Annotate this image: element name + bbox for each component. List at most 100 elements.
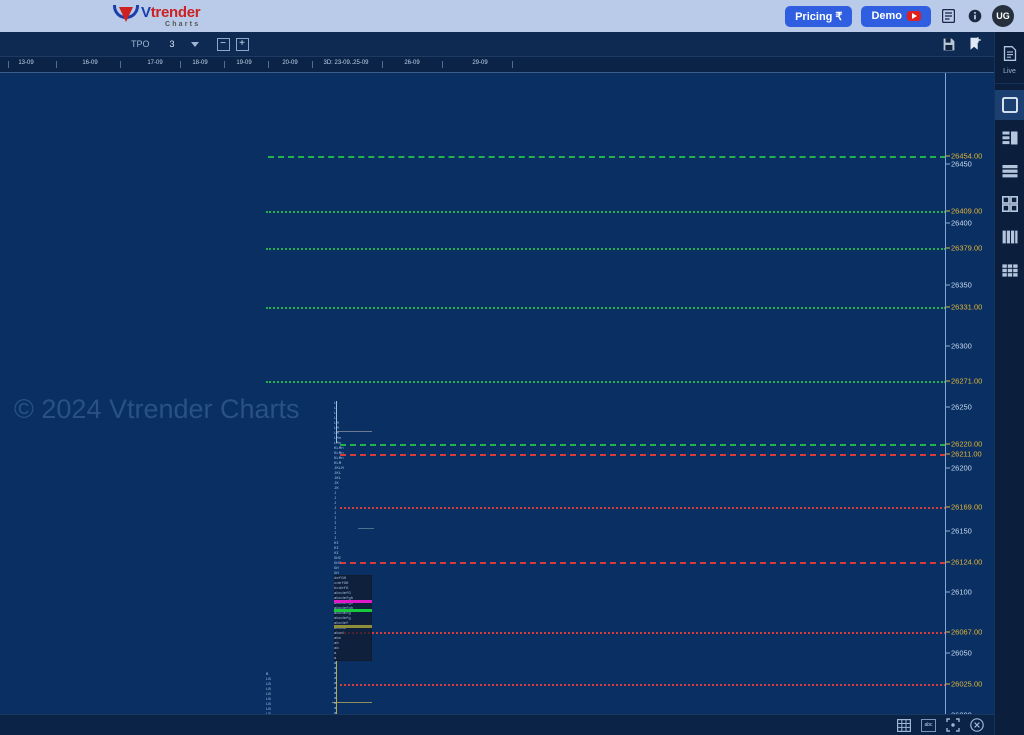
price-axis-label[interactable]: 26250 [951,403,972,412]
list-icon[interactable] [940,8,957,25]
chevron-down-icon[interactable] [190,41,199,47]
price-axis-label[interactable]: 26409.00 [951,207,982,216]
price-axis-label[interactable]: 26300 [951,342,972,351]
price-axis-tick [946,453,950,455]
value-area-band [334,609,372,612]
price-level-line [340,684,946,686]
tpo-row: a [334,672,337,676]
x-axis-tick-mark [120,61,121,68]
price-axis-label[interactable]: 26100 [951,588,972,597]
tpo-row: ab [334,647,339,651]
chart-canvas[interactable]: 13-09 16-09 17-09 18-09 19-09 20-09 3D: 23-09.… [0,57,994,714]
bookmark-add-icon[interactable] [969,37,982,51]
sidebar-item-split-pane[interactable] [995,123,1024,153]
tpo-row: abcdefg [334,617,351,621]
demo-button[interactable]: Demo [861,5,931,27]
price-axis-label[interactable]: 26124.00 [951,558,982,567]
x-axis-tick-label: 29-09 [472,60,488,66]
poc-band [334,600,372,603]
price-axis-label[interactable]: 26350 [951,281,972,290]
tpo-row: I [334,517,337,521]
price-axis-label[interactable]: 26400 [951,219,972,228]
price-axis-tick [946,652,950,654]
vwap-band [334,625,372,628]
save-icon[interactable] [943,38,955,51]
tpo-row: defGH [334,577,347,581]
tpo-row: a [334,662,337,666]
price-axis-label[interactable]: 26379.00 [951,244,982,253]
tpo-row: L [334,402,337,406]
price-axis-tick [946,683,950,685]
zoom-out-button[interactable]: − [216,37,230,51]
abc-toggle-icon[interactable]: abc [921,718,936,732]
tpo-row: LMn [334,437,342,441]
price-axis-label[interactable]: 26211.00 [951,450,982,459]
right-sidebar: Live [994,32,1024,735]
tpo-row: JKL [334,472,342,476]
info-icon[interactable] [966,8,983,25]
price-axis-label[interactable]: 26331.00 [951,303,982,312]
tpo-row: a [334,667,337,671]
sidebar-item-columns-layout[interactable] [995,222,1024,252]
tpo-value[interactable]: 3 [170,39,175,49]
price-axis-tick [946,506,950,508]
fit-screen-icon[interactable] [946,718,960,732]
tpo-row: LB [266,683,271,687]
tpo-row: a [334,707,337,711]
price-axis-label[interactable]: 26271.00 [951,377,982,386]
x-axis-tick-mark [268,61,269,68]
app-root: Vtrender Charts Pricing ₹ Demo UG TPO 3 [0,0,1024,735]
x-axis-tick-mark [442,61,443,68]
tpo-row: J [334,492,337,496]
sidebar-item-quad-layout[interactable] [995,189,1024,219]
price-axis-tick [946,561,950,563]
tpo-control-group: TPO 3 − + [131,37,249,51]
demo-label: Demo [871,10,902,22]
tpo-row: KLMn [334,457,344,461]
tpo-row: GHI [334,557,342,561]
close-icon[interactable] [970,718,984,732]
tpo-row: JK [334,487,339,491]
tpo-row: J [334,512,337,516]
tpo-row: abcdefG [334,592,351,596]
sidebar-item-grid-layout[interactable] [995,255,1024,285]
plot-area[interactable]: © 2024 Vtrender Charts L L L L LM LM LM LMn LMn K… [0,73,946,714]
sidebar-item-rows-layout[interactable] [995,156,1024,186]
tpo-row: a [334,682,337,686]
x-axis-tick-mark [56,61,57,68]
price-axis-label[interactable]: 26067.00 [951,628,982,637]
tpo-row: a [334,702,337,706]
price-axis-label[interactable]: 26220.00 [951,440,982,449]
header-actions: Pricing ₹ Demo UG [785,0,1014,32]
avatar[interactable]: UG [992,5,1014,27]
tpo-row: LM [334,432,339,436]
tpo-row: L [334,412,337,416]
y-axis[interactable]: 26454.00 26450 26409.00 26400 26379.00 26350 2… [946,73,994,714]
tpo-row: a [334,657,337,661]
price-axis-label[interactable]: 26150 [951,527,972,536]
price-axis-tick [946,380,950,382]
tpo-row: KLMn [334,447,344,451]
tpo-row: a [334,677,337,681]
x-axis-tick-label: 3D: 23-09..25-09 [323,60,369,66]
sidebar-item-single-pane[interactable] [994,90,1024,120]
zoom-in-button[interactable]: + [235,37,249,51]
price-axis-label[interactable]: 26025.00 [951,680,982,689]
tpo-row: L [334,407,337,411]
tpo-row: LM [334,427,339,431]
price-axis-label[interactable]: 26169.00 [951,503,982,512]
pricing-button[interactable]: Pricing ₹ [785,5,853,27]
tpo-row: J [334,507,337,511]
sidebar-item-live[interactable] [995,38,1024,68]
price-axis-tick [946,222,950,224]
brand-logo[interactable]: Vtrender Charts [113,2,201,28]
price-axis-tick [946,631,950,633]
price-axis-label[interactable]: 26050 [951,649,972,658]
price-axis-label[interactable]: 26450 [951,160,972,169]
price-axis-tick [946,467,950,469]
tpo-row: I [334,532,337,536]
grid-toggle-icon[interactable] [897,718,911,732]
price-axis-label[interactable]: 26200 [951,464,972,473]
logo-v-letter: V [141,4,151,21]
logo-subtitle: Charts [164,21,201,28]
